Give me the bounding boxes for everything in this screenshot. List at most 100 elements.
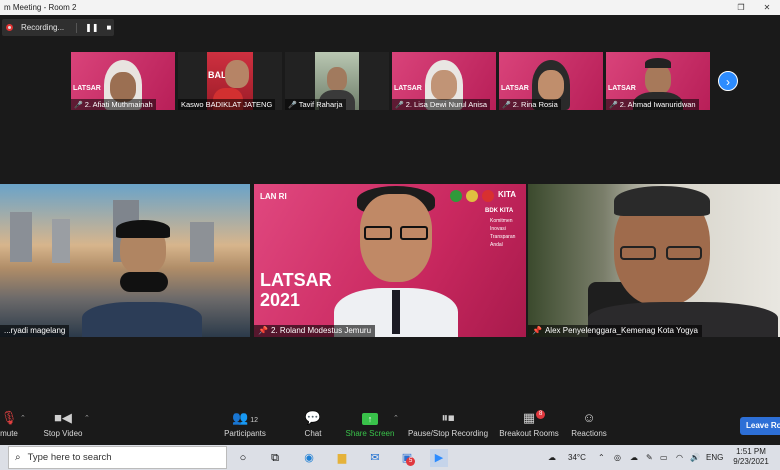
clock-date: 9/23/2021 [733, 457, 769, 466]
pen-icon[interactable]: ✎ [646, 445, 653, 470]
window-controls: ❐ ✕ [728, 0, 780, 15]
chevron-right-icon: › [726, 75, 730, 89]
onedrive-icon[interactable]: ☁ [630, 445, 638, 470]
battery-icon[interactable]: ▭ [660, 445, 668, 470]
restore-button[interactable]: ❐ [728, 0, 754, 15]
participant-thumbnail[interactable]: LATSAR 🎤 2. Rina Rosia [499, 52, 603, 110]
cap-shape [116, 220, 170, 238]
bdk-value: Transparan [490, 234, 516, 240]
participant-thumbnail[interactable]: BAL JAT Kaswo BADIKLAT JATENG [178, 52, 282, 110]
participant-thumbnail[interactable]: 🎤 Tavif Raharja [285, 52, 389, 110]
unmute-button[interactable]: 🎙 mute [0, 410, 22, 438]
participant-name: Kaswo BADIKLAT JATENG [181, 100, 273, 109]
participant-name: Tavif Raharja [298, 100, 343, 109]
participant-name-label: ...ryadi magelang [0, 325, 70, 337]
latsar-banner: LATSAR 2021 [260, 270, 332, 310]
system-clock[interactable]: 1:51 PM 9/23/2021 [724, 447, 778, 467]
participant-name-label: 📌 2. Roland Modestus Jemuru [254, 325, 376, 337]
share-screen-label: Share Screen [345, 429, 395, 438]
mic-off-icon: 🎤 [288, 102, 297, 109]
breakout-rooms-icon: ▦ [522, 410, 536, 425]
participant-name: 2. Afiati Muthmainah [84, 100, 153, 109]
reactions-button[interactable]: ☺ Reactions [568, 410, 610, 438]
participants-count: 12 [250, 417, 258, 424]
meeting-toolbar: 🎙 mute ⌃ ■◀ Stop Video ⌃ 👥 12 Participant… [0, 404, 780, 445]
chat-button[interactable]: 💬 Chat [298, 410, 328, 438]
logo-icon [482, 190, 494, 202]
participant-thumbnail[interactable]: LATSAR 🎤 2. Afiati Muthmainah [71, 52, 175, 110]
participant-name-label: 📌 Alex Penyelenggara_Kemenag Kota Yogya [528, 325, 702, 337]
bdk-title: BDK KITA [485, 208, 514, 214]
stop-recording-icon[interactable]: ■ [107, 23, 112, 32]
mail-icon[interactable]: ✉ [366, 449, 384, 467]
divider [76, 22, 78, 33]
recording-label: Recording... [21, 23, 65, 32]
building-shape [190, 222, 214, 262]
mask-shape [120, 272, 168, 292]
participant-name-label: 🎤 Tavif Raharja [285, 99, 346, 110]
participant-face [110, 72, 136, 102]
task-view-icon[interactable]: ⧉ [266, 449, 284, 467]
video-camera-icon: ■◀ [54, 410, 72, 425]
pause-stop-icon: ⏸⏹ [441, 410, 455, 425]
leave-room-button[interactable]: Leave Ro [740, 417, 780, 435]
unmute-label: mute [0, 429, 18, 438]
building-shape [10, 212, 32, 262]
cortana-icon[interactable]: ○ [234, 449, 252, 467]
banner-text: LATSAR [608, 85, 636, 92]
temperature[interactable]: 34°C [568, 445, 586, 470]
chevron-up-icon[interactable]: ⌃ [20, 414, 26, 422]
search-icon: ⌕ [15, 452, 21, 463]
chevron-up-icon[interactable]: ⌃ [598, 445, 605, 470]
participant-thumbnail[interactable]: LATSAR 🎤 2. Lisa Dewi Nurul Anisa [392, 52, 496, 110]
participant-name-label: 🎤 2. Ahmad Iwanuridwan [606, 99, 699, 110]
zoom-meeting-icon[interactable]: ▶ [430, 449, 448, 467]
participant-name: Alex Penyelenggara_Kemenag Kota Yogya [544, 326, 698, 335]
participant-thumbnail[interactable]: LATSAR 🎤 2. Ahmad Iwanuridwan [606, 52, 710, 110]
pause-recording-icon[interactable]: ❚❚ [85, 23, 98, 32]
tray-app-icon[interactable]: ◎ [614, 445, 621, 470]
pin-icon: 📌 [532, 326, 542, 335]
weather-icon[interactable]: ☁ [548, 445, 556, 470]
edge-browser-icon[interactable]: ◉ [300, 449, 318, 467]
chevron-up-icon[interactable]: ⌃ [84, 414, 90, 422]
video-tile[interactable]: ...ryadi magelang [0, 184, 250, 337]
participants-icon: 👥 12 [232, 410, 258, 425]
active-speaker-tile[interactable]: 📌 Alex Penyelenggara_Kemenag Kota Yogya [528, 184, 780, 337]
stop-video-button[interactable]: ■◀ Stop Video [40, 410, 86, 438]
reactions-label: Reactions [571, 429, 607, 438]
participant-hair [614, 186, 710, 216]
microphone-muted-icon: 🎙 [0, 410, 18, 425]
glasses-shape [364, 226, 392, 240]
participant-name: 2. Roland Modestus Jemuru [270, 326, 372, 335]
volume-icon[interactable]: 🔊 [690, 445, 700, 470]
chevron-up-icon[interactable]: ⌃ [393, 414, 399, 422]
wifi-icon[interactable]: ◠ [676, 445, 683, 470]
breakout-rooms-button[interactable]: ▦ Breakout Rooms [496, 410, 562, 438]
close-button[interactable]: ✕ [754, 0, 780, 15]
taskbar-search-box[interactable]: ⌕ Type here to search [8, 446, 227, 469]
bdk-value: Inovasi [490, 226, 506, 232]
participant-name: ...ryadi magelang [4, 326, 66, 335]
record-icon [6, 24, 13, 31]
building-shape [52, 219, 70, 263]
banner-text: LATSAR [73, 85, 101, 92]
glasses-shape [400, 226, 428, 240]
lanri-logo: LAN RI [260, 192, 287, 201]
participants-button[interactable]: 👥 12 Participants [222, 410, 268, 438]
chat-label: Chat [304, 429, 322, 438]
pause-stop-recording-button[interactable]: ⏸⏹ Pause/Stop Recording [406, 410, 490, 438]
language-indicator[interactable]: ENG [706, 445, 723, 470]
mic-off-icon: 🎤 [502, 102, 511, 109]
mic-off-icon: 🎤 [395, 102, 404, 109]
video-tile[interactable]: LAN RI KITA BDK KITA Komitmen Inovasi Tr… [254, 184, 526, 337]
glasses-shape [666, 246, 702, 260]
participants-label: Participants [224, 429, 266, 438]
file-explorer-icon[interactable]: ▆ [333, 449, 351, 467]
participant-body [82, 302, 202, 337]
logo-icon [466, 190, 478, 202]
next-page-button[interactable]: › [718, 71, 738, 91]
share-screen-button[interactable]: ↑ Share Screen [345, 410, 395, 438]
participant-name-label: 🎤 2. Afiati Muthmainah [71, 99, 156, 110]
participant-name: 2. Rina Rosia [512, 100, 558, 109]
